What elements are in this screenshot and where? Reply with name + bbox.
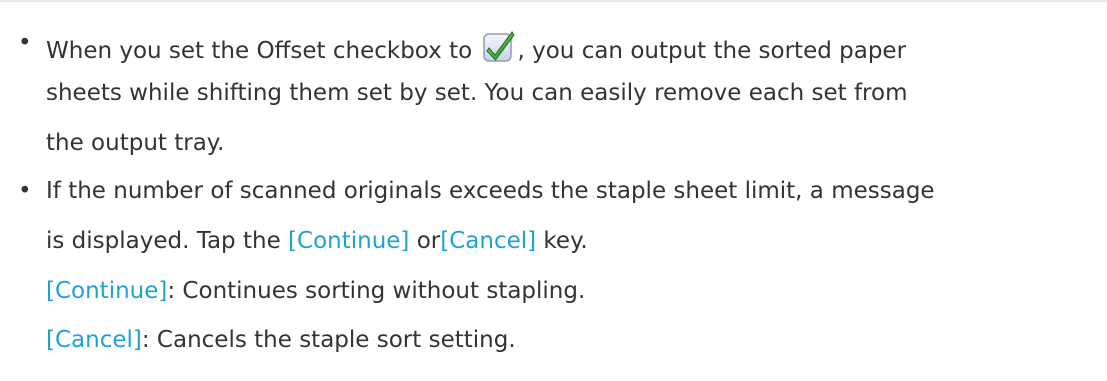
item2-line2: is displayed. Tap the [Continue] or[Canc… (46, 226, 588, 256)
cancel-description: [Cancel]: Cancels the staple sort settin… (46, 325, 516, 355)
continue-description: [Continue]: Continues sorting without st… (46, 276, 585, 306)
cancel-desc-text: : Cancels the staple sort setting. (141, 327, 516, 353)
cancel-key-label[interactable]: [Cancel] (46, 327, 142, 353)
cancel-key-link[interactable]: [Cancel] (440, 228, 536, 254)
item2-text-mid: or (409, 228, 441, 254)
item2-text-post: key. (536, 228, 588, 254)
bullet-marker: • (18, 178, 32, 204)
continue-key-label[interactable]: [Continue] (46, 278, 167, 304)
continue-key-link[interactable]: [Continue] (288, 228, 409, 254)
item2-text-pre: is displayed. Tap the (46, 228, 289, 254)
note-list: • When you set the Offset checkbox to , … (0, 0, 1107, 381)
item1-text-post: , you can output the sorted paper (517, 38, 907, 64)
continue-desc-text: : Continues sorting without stapling. (167, 278, 586, 304)
checkmark-icon (481, 28, 517, 64)
item2-line1: If the number of scanned originals excee… (46, 178, 935, 204)
item1-line2: sheets while shifting them set by set. Y… (46, 80, 908, 106)
item1-line3: the output tray. (46, 130, 225, 156)
bullet-marker: • (18, 30, 32, 56)
item1-text-pre: When you set the Offset checkbox to (46, 38, 473, 64)
item1-line1: When you set the Offset checkbox to , yo… (46, 28, 906, 66)
